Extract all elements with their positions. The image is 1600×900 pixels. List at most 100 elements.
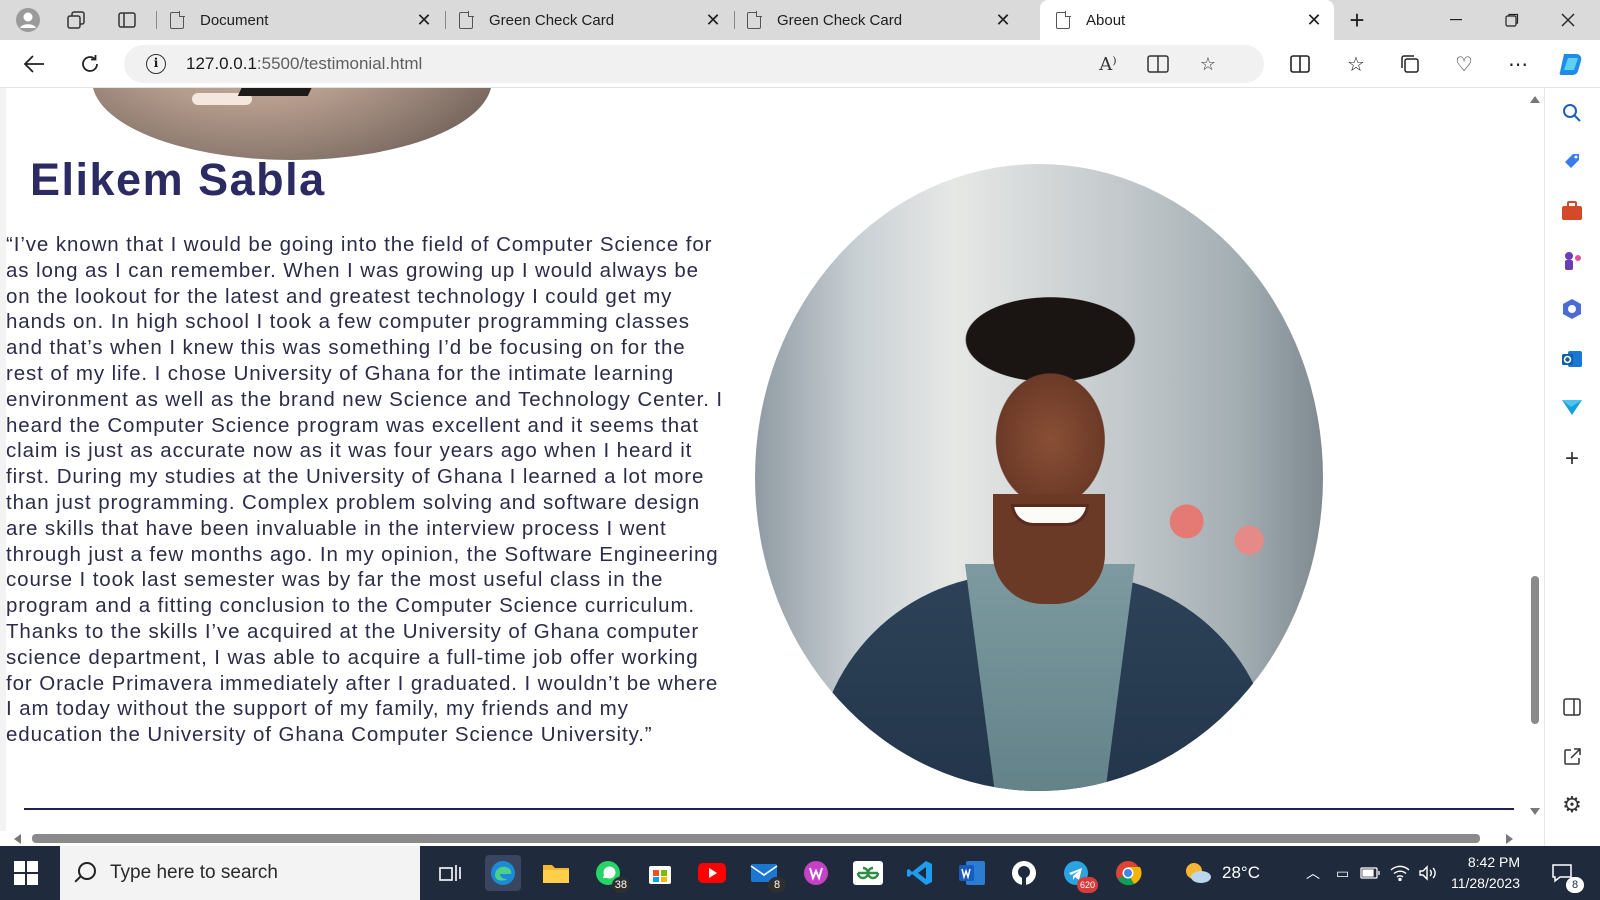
previous-testimonial-photo [92, 88, 492, 160]
tab-label: Green Check Card [777, 11, 903, 29]
edge-app-icon[interactable] [485, 855, 521, 891]
sidebar-games-icon[interactable] [1559, 248, 1585, 274]
close-tab-icon[interactable]: ✕ [703, 10, 723, 30]
favorites-icon[interactable]: ☆ [1340, 48, 1372, 80]
scroll-down-arrow-icon[interactable] [1530, 808, 1540, 815]
weather-temperature: 28°C [1222, 863, 1260, 882]
sidebar-outlook-icon[interactable] [1559, 346, 1585, 372]
volume-icon[interactable] [1418, 846, 1438, 900]
horizontal-scrollbar[interactable] [0, 831, 1526, 846]
tab-about[interactable]: About ✕ [1040, 0, 1334, 40]
tab-actions-icon[interactable] [113, 6, 141, 34]
vscode-icon[interactable] [902, 855, 938, 891]
geeksforgeeks-icon[interactable] [850, 855, 886, 891]
tab-separator [156, 11, 157, 29]
github-icon[interactable] [1006, 855, 1042, 891]
split-screen-icon[interactable] [1284, 48, 1316, 80]
page-viewport: Elikem Sabla “I’ve known that I would be… [0, 88, 1526, 831]
battery-icon[interactable] [1360, 846, 1380, 900]
scroll-left-arrow-icon[interactable] [14, 834, 21, 844]
testimonial-name: Elikem Sabla [30, 154, 326, 205]
immersive-reader-icon[interactable] [1142, 48, 1174, 80]
settings-more-icon[interactable]: ⋯ [1502, 48, 1534, 80]
task-view-icon[interactable] [432, 855, 468, 891]
tab-green-check-card-2[interactable]: Green Check Card ✕ [745, 0, 1023, 40]
chrome-icon[interactable] [1110, 855, 1146, 891]
sidebar-tools-icon[interactable] [1559, 198, 1585, 224]
restore-button[interactable] [1484, 0, 1540, 40]
sidebar-hide-icon[interactable] [1559, 694, 1585, 720]
site-info-icon[interactable]: i [146, 54, 166, 74]
profile-icon[interactable] [14, 6, 42, 34]
whatsapp-badge: 38 [611, 877, 630, 893]
show-hidden-icons-button[interactable]: ︿ [1306, 846, 1320, 900]
clock-date: 11/28/2023 [1450, 875, 1520, 891]
telegram-badge: 620 [1076, 877, 1098, 893]
url-text[interactable]: 127.0.0.1:5500/testimonial.html [186, 54, 422, 74]
vertical-scroll-thumb[interactable] [1531, 576, 1539, 724]
vertical-scrollbar[interactable] [1526, 88, 1544, 831]
address-bar[interactable]: i 127.0.0.1:5500/testimonial.html A⁾ ☆ [124, 45, 1264, 83]
windows-taskbar: Type here to search 38 8 620 28°C ︿ ▭ 8:… [0, 846, 1600, 900]
sidebar-settings-gear-icon[interactable]: ⚙ [1559, 792, 1585, 818]
device-icon[interactable]: ▭ [1336, 846, 1349, 900]
mail-icon[interactable]: 8 [746, 855, 786, 893]
refresh-button[interactable] [74, 48, 106, 80]
tab-separator [445, 11, 446, 29]
clock-time: 8:42 PM [1467, 854, 1520, 870]
close-tab-icon[interactable]: ✕ [1304, 10, 1324, 30]
collections-icon[interactable] [1394, 48, 1426, 80]
minimize-button[interactable] [1428, 0, 1484, 40]
scroll-up-arrow-icon[interactable] [1530, 96, 1540, 103]
scroll-right-arrow-icon[interactable] [1506, 834, 1513, 844]
word-icon[interactable] [954, 855, 990, 891]
tab-strip: Document ✕ Green Check Card ✕ Green Chec… [0, 0, 1600, 40]
back-button[interactable] [18, 48, 50, 80]
read-aloud-icon[interactable]: A⁾ [1092, 48, 1124, 80]
browser-essentials-icon[interactable]: ♡ [1448, 48, 1480, 80]
close-tab-icon[interactable]: ✕ [993, 10, 1013, 30]
youtube-icon[interactable] [694, 855, 730, 891]
close-window-button[interactable] [1540, 0, 1596, 40]
tab-label: About [1086, 11, 1126, 29]
start-button[interactable] [14, 861, 38, 885]
whatsapp-icon[interactable]: 38 [590, 855, 630, 893]
weather-widget[interactable]: 28°C [1182, 846, 1260, 900]
workspaces-icon[interactable] [62, 6, 90, 34]
testimonial-portrait [755, 164, 1323, 791]
page-icon [1056, 11, 1071, 29]
notifications-badge: 8 [1566, 877, 1584, 893]
new-tab-button[interactable]: + [1343, 5, 1371, 35]
edge-sidebar: + ⚙ [1544, 88, 1600, 846]
page-icon [170, 11, 185, 29]
file-explorer-icon[interactable] [538, 855, 574, 891]
tab-separator [734, 11, 735, 29]
page-icon [459, 11, 474, 29]
copilot-icon[interactable] [1556, 48, 1588, 80]
microsoft-store-icon[interactable] [642, 855, 678, 891]
tab-label: Green Check Card [489, 11, 615, 29]
search-icon [78, 862, 96, 880]
sidebar-send-icon[interactable] [1559, 394, 1585, 420]
tab-document[interactable]: Document ✕ [168, 0, 444, 40]
wifi-icon[interactable] [1390, 846, 1410, 900]
navigation-toolbar: i 127.0.0.1:5500/testimonial.html A⁾ ☆ ☆… [0, 40, 1600, 88]
wps-office-icon[interactable] [798, 855, 834, 891]
telegram-icon[interactable]: 620 [1058, 855, 1098, 893]
close-tab-icon[interactable]: ✕ [414, 10, 434, 30]
sidebar-copilot-apps-icon[interactable] [1559, 296, 1585, 322]
taskbar-clock[interactable]: 8:42 PM 11/28/2023 [1440, 852, 1520, 894]
search-placeholder: Type here to search [110, 862, 278, 883]
sidebar-search-icon[interactable] [1559, 100, 1585, 126]
horizontal-scroll-thumb[interactable] [32, 834, 1480, 843]
notifications-icon[interactable]: 8 [1544, 855, 1584, 893]
taskbar-search-box[interactable]: Type here to search [60, 846, 420, 900]
sidebar-shopping-icon[interactable] [1559, 148, 1585, 174]
tab-green-check-card-1[interactable]: Green Check Card ✕ [457, 0, 733, 40]
sidebar-add-icon[interactable]: + [1559, 445, 1585, 472]
mail-badge: 8 [768, 877, 786, 893]
sidebar-open-external-icon[interactable] [1559, 744, 1585, 770]
tab-label: Document [200, 11, 269, 29]
section-divider [24, 808, 1514, 810]
favorite-star-icon[interactable]: ☆ [1192, 48, 1224, 80]
